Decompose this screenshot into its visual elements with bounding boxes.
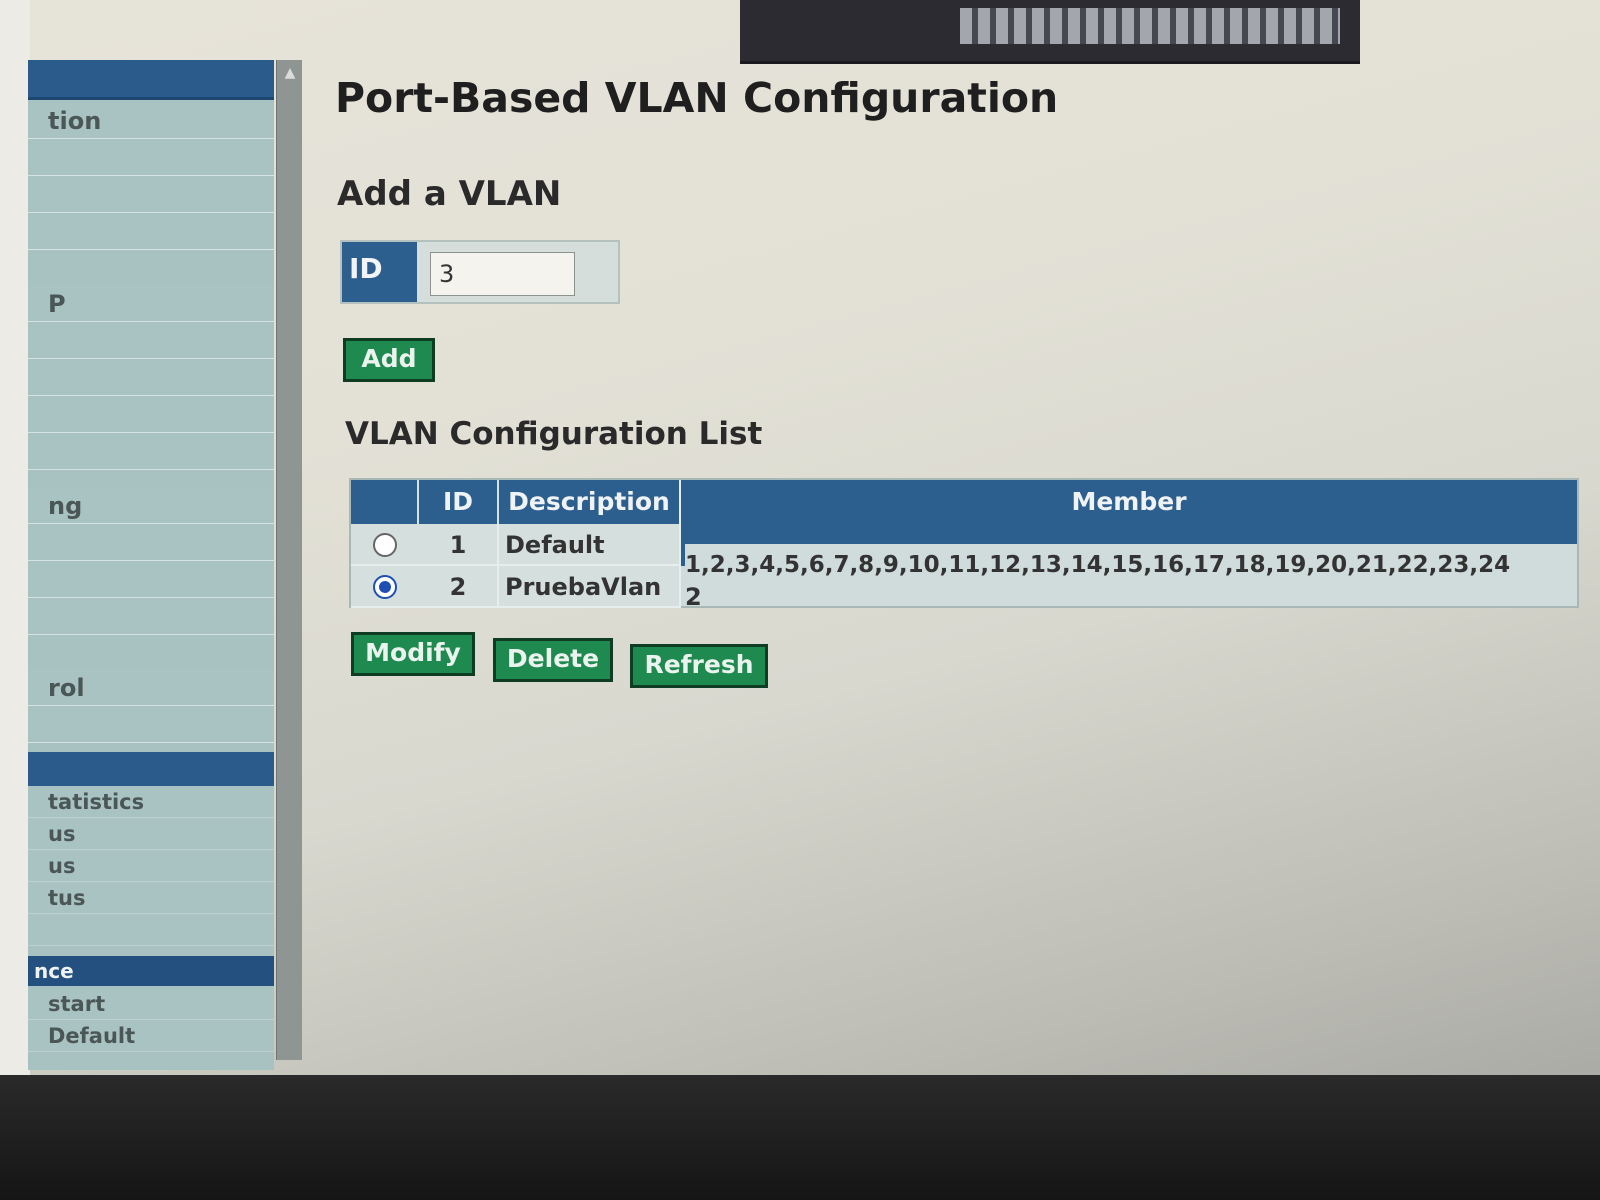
- add-button[interactable]: Add: [343, 338, 435, 382]
- device-banner: [740, 0, 1360, 64]
- sidebar-item[interactable]: [28, 434, 274, 470]
- row-member: 2: [685, 586, 702, 608]
- table-header-id: ID: [419, 480, 499, 524]
- scroll-up-arrow-icon[interactable]: ▲: [281, 64, 299, 82]
- sidebar-item-status[interactable]: us: [28, 818, 274, 850]
- row-select-radio-selected[interactable]: [373, 575, 397, 599]
- refresh-button[interactable]: Refresh: [630, 644, 768, 688]
- main-content: Port-Based VLAN Configuration Add a VLAN…: [335, 70, 1579, 770]
- page-title: Port-Based VLAN Configuration: [335, 74, 1059, 122]
- monitor-bezel: [0, 1075, 1600, 1200]
- vlan-id-input[interactable]: [430, 252, 575, 296]
- sidebar-item[interactable]: ng: [28, 488, 274, 524]
- sidebar-item[interactable]: [28, 599, 274, 635]
- sidebar-section-maintenance: nce: [28, 956, 274, 986]
- sidebar-item-factory-default[interactable]: Default: [28, 1020, 274, 1052]
- sidebar-section-header: [28, 60, 274, 100]
- sidebar-item[interactable]: [28, 177, 274, 213]
- delete-button[interactable]: Delete: [493, 638, 613, 682]
- modify-button[interactable]: Modify: [351, 632, 475, 676]
- row-id: 1: [419, 524, 499, 566]
- vlan-list-heading: VLAN Configuration List: [345, 416, 763, 452]
- sidebar-item[interactable]: [28, 360, 274, 396]
- row-member: 1,2,3,4,5,6,7,8,9,10,11,12,13,14,15,16,1…: [685, 544, 1577, 586]
- sidebar-item[interactable]: [28, 214, 274, 250]
- row-description: Default: [499, 524, 681, 566]
- window-edge: [0, 0, 30, 1075]
- switch-ports-image: [960, 8, 1340, 44]
- sidebar-item[interactable]: [28, 397, 274, 433]
- sidebar-item[interactable]: [28, 323, 274, 359]
- sidebar-item-status[interactable]: tus: [28, 882, 274, 914]
- member-header-label: Member: [1071, 487, 1187, 516]
- sidebar-item-statistics[interactable]: tatistics: [28, 786, 274, 818]
- sidebar-scrollbar[interactable]: ▲: [276, 60, 302, 1060]
- row-description: PruebaVlan: [499, 566, 681, 608]
- sidebar-item[interactable]: rol: [28, 670, 274, 706]
- sidebar-item[interactable]: [28, 525, 274, 561]
- sidebar-item[interactable]: [28, 562, 274, 598]
- sidebar-menu: tion P ng rol tatistics us us tus nce st…: [28, 60, 274, 1070]
- vlan-table: ID Description Member 1 Default 1,2,3,4,…: [349, 478, 1579, 608]
- vlan-id-label: ID: [342, 242, 417, 302]
- sidebar-item[interactable]: [28, 140, 274, 176]
- table-header-select: [351, 480, 419, 524]
- row-id: 2: [419, 566, 499, 608]
- sidebar-item-restart[interactable]: start: [28, 988, 274, 1020]
- sidebar-item[interactable]: [28, 707, 274, 743]
- row-select-radio[interactable]: [373, 533, 397, 557]
- sidebar-item-status[interactable]: us: [28, 850, 274, 882]
- table-header-description: Description: [499, 480, 681, 524]
- sidebar-item[interactable]: P: [28, 286, 274, 322]
- sidebar-item[interactable]: tion: [28, 103, 274, 139]
- add-vlan-form: ID: [340, 240, 620, 304]
- browser-viewport: tion P ng rol tatistics us us tus nce st…: [0, 0, 1600, 1090]
- add-vlan-heading: Add a VLAN: [337, 174, 562, 214]
- sidebar-item[interactable]: [28, 914, 274, 946]
